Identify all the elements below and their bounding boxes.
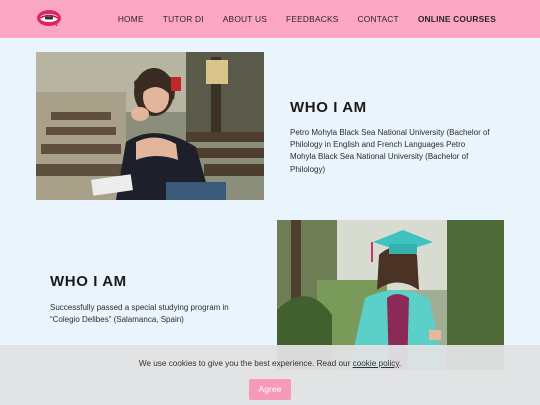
cookie-message: We use cookies to give you the best expe… <box>0 359 540 368</box>
who-i-am-heading-2: WHO I AM <box>50 273 127 290</box>
nav-contact[interactable]: CONTACT <box>358 14 399 24</box>
nav-about-us[interactable]: ABOUT US <box>223 14 267 24</box>
photo-woman-on-bench <box>36 52 264 200</box>
nav-online-courses[interactable]: ONLINE COURSES <box>418 14 496 24</box>
cookie-policy-link[interactable]: cookie policy <box>353 359 399 368</box>
who-i-am-heading-1: WHO I AM <box>290 99 367 116</box>
agree-button[interactable]: Agree <box>249 379 291 400</box>
education-text-2: Successfully passed a special studying p… <box>50 303 229 325</box>
main-nav: HOME TUTOR DI ABOUT US FEEDBACKS CONTACT… <box>118 0 496 38</box>
education-text-1: Petro Mohyla Black Sea National Universi… <box>290 128 490 174</box>
cookie-text: We use cookies to give you the best expe… <box>138 359 351 368</box>
nav-feedbacks[interactable]: FEEDBACKS <box>286 14 339 24</box>
site-header: HOME TUTOR DI ABOUT US FEEDBACKS CONTACT… <box>0 0 540 38</box>
nav-tutor-di[interactable]: TUTOR DI <box>163 14 204 24</box>
nav-home[interactable]: HOME <box>118 14 144 24</box>
cookie-period: . <box>398 359 402 368</box>
lips-logo-icon[interactable] <box>36 7 62 29</box>
